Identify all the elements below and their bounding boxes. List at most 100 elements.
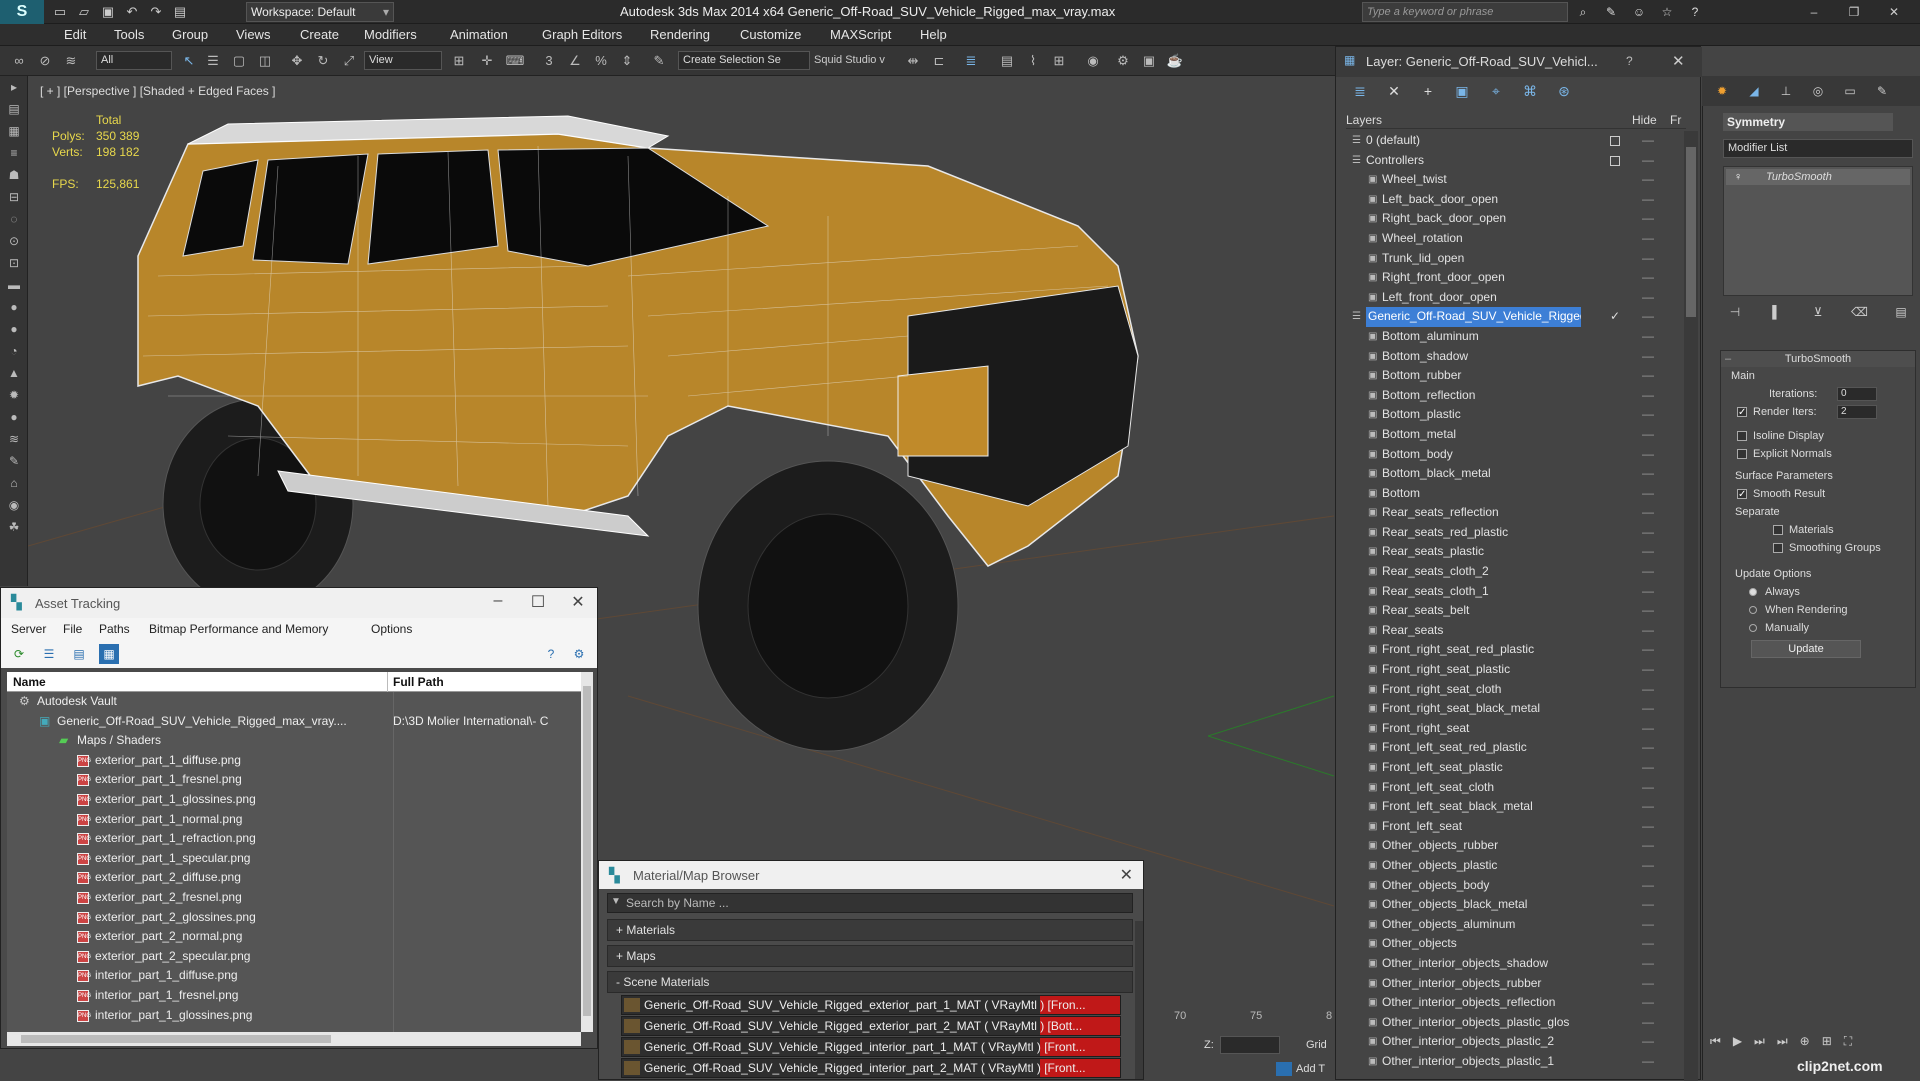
asset-row[interactable]: PNG exterior_part_2_specular.png [7, 947, 581, 967]
hide-toggle[interactable]: — [1642, 190, 1654, 210]
search-input[interactable]: Type a keyword or phrase [1362, 2, 1568, 22]
smoothing-groups-checkbox[interactable] [1773, 543, 1783, 553]
link-icon[interactable]: ∞ [8, 51, 30, 71]
menu-views[interactable]: Views [236, 27, 270, 42]
hide-toggle[interactable]: — [1642, 582, 1654, 602]
layer-row[interactable]: ▣ Front_right_seat — [1346, 719, 1682, 739]
hide-toggle[interactable]: — [1642, 366, 1654, 386]
field-of-view-icon[interactable]: ⊞ [1822, 1034, 1832, 1054]
layer-row[interactable]: ▣ Wheel_rotation — [1346, 229, 1682, 249]
select-manipulate-icon[interactable]: ✛ [476, 51, 498, 71]
when-rendering-radio[interactable] [1749, 606, 1757, 614]
search-options-icon[interactable]: ▼ [611, 896, 621, 907]
hide-toggle[interactable]: — [1642, 229, 1654, 249]
strip-icon-16[interactable]: ● [0, 406, 28, 428]
strip-icon-11[interactable]: ● [0, 296, 28, 318]
bind-space-warp-icon[interactable]: ≋ [60, 51, 82, 71]
asset-vscroll-thumb[interactable] [583, 686, 591, 1016]
hide-toggle[interactable]: — [1642, 425, 1654, 445]
menu-bitmap-performance[interactable]: Bitmap Performance and Memory [149, 622, 328, 636]
scene-material-item[interactable]: Generic_Off-Road_SUV_Vehicle_Rigged_exte… [621, 1016, 1121, 1036]
close-icon[interactable]: ✕ [1874, 0, 1914, 24]
named-selection-dropdown[interactable]: Create Selection Se [678, 51, 810, 70]
layer-row[interactable]: ▣ Front_left_seat — [1346, 817, 1682, 837]
layer-row[interactable]: ▣ Front_left_seat_plastic — [1346, 758, 1682, 778]
refresh-icon[interactable]: ⟳ [9, 644, 29, 664]
bulb-icon[interactable]: ♀ [1734, 169, 1742, 185]
layer-row[interactable]: ▣ Right_back_door_open — [1346, 209, 1682, 229]
layer-row[interactable]: ▣ Other_interior_objects_plastic_1 — [1346, 1052, 1682, 1072]
hide-toggle[interactable]: — [1642, 503, 1654, 523]
menu-edit[interactable]: Edit [64, 27, 86, 42]
layer-scroll-thumb[interactable] [1686, 147, 1696, 317]
play-icon[interactable]: ▶ [1733, 1034, 1742, 1054]
scene-material-item[interactable]: Generic_Off-Road_SUV_Vehicle_Rigged_exte… [621, 995, 1121, 1015]
minimize-icon[interactable]: – [1794, 0, 1834, 24]
configure-sets-icon[interactable]: ▤ [1889, 302, 1913, 322]
update-button[interactable]: Update [1751, 640, 1861, 658]
hide-toggle[interactable]: — [1642, 1013, 1654, 1033]
asset-row[interactable]: PNG exterior_part_1_glossines.png [7, 790, 581, 810]
render-iters-checkbox[interactable] [1737, 404, 1747, 422]
strip-icon-6[interactable]: ⊟ [0, 186, 28, 208]
add-time-tag-label[interactable]: Add T [1296, 1063, 1325, 1075]
layer-row[interactable]: ▣ Wheel_twist — [1346, 170, 1682, 190]
asset-row[interactable]: ▣ Generic_Off-Road_SUV_Vehicle_Rigged_max… [7, 712, 581, 732]
strip-icon-9[interactable]: ⊡ [0, 252, 28, 274]
keyboard-shortcut-icon[interactable]: ⌨ [504, 51, 526, 71]
menu-server[interactable]: Server [11, 622, 46, 636]
isoline-checkbox[interactable] [1737, 431, 1747, 441]
strip-icon-17[interactable]: ≋ [0, 428, 28, 450]
layer-manager-icon[interactable]: ≣ [960, 51, 982, 71]
asset-row[interactable]: PNG exterior_part_2_fresnel.png [7, 888, 581, 908]
schematic-view-icon[interactable]: ⊞ [1048, 51, 1070, 71]
hide-toggle[interactable]: — [1642, 307, 1654, 327]
asset-row[interactable]: PNG exterior_part_1_specular.png [7, 849, 581, 869]
menu-help[interactable]: Help [920, 27, 947, 42]
hide-toggle[interactable]: — [1642, 268, 1654, 288]
zoom-extents-icon[interactable]: ⊕ [1800, 1034, 1810, 1054]
user-icon[interactable]: ☺ [1628, 2, 1650, 22]
hide-toggle[interactable]: — [1642, 699, 1654, 719]
layer-row[interactable]: ▣ Other_objects_rubber — [1346, 836, 1682, 856]
maximize-icon[interactable]: ☐ [529, 592, 547, 612]
asset-row[interactable]: PNG interior_part_1_fresnel.png [7, 986, 581, 1006]
menu-maxscript[interactable]: MAXScript [830, 27, 891, 42]
strip-icon-20[interactable]: ◉ [0, 494, 28, 516]
display-tab-icon[interactable]: ▭ [1836, 80, 1864, 102]
layer-row[interactable]: ☰ Controllers — [1346, 151, 1682, 171]
layer-row[interactable]: ▣ Rear_seats — [1346, 621, 1682, 641]
layer-row[interactable]: ▣ Bottom — [1346, 484, 1682, 504]
layer-row[interactable]: ▣ Rear_seats_reflection — [1346, 503, 1682, 523]
strip-icon-21[interactable]: ☘ [0, 516, 28, 538]
asset-vscrollbar[interactable] [581, 672, 593, 1032]
layer-row[interactable]: ▣ Rear_seats_plastic — [1346, 542, 1682, 562]
hide-toggle[interactable]: — [1642, 464, 1654, 484]
menu-group[interactable]: Group [172, 27, 208, 42]
menu-options[interactable]: Options [371, 622, 412, 636]
select-object-icon[interactable]: ↖ [178, 51, 200, 71]
layer-row[interactable]: ▣ Other_interior_objects_shadow — [1346, 954, 1682, 974]
menu-graph-editors[interactable]: Graph Editors [542, 27, 622, 42]
col-hide[interactable]: Hide [1632, 113, 1657, 127]
align-icon[interactable]: ⊏ [928, 51, 950, 71]
hide-toggle[interactable]: — [1642, 993, 1654, 1013]
current-layer-box[interactable] [1610, 155, 1620, 166]
minimize-icon[interactable]: – [489, 592, 507, 612]
hide-toggle[interactable]: — [1642, 1052, 1654, 1072]
motion-tab-icon[interactable]: ◎ [1804, 80, 1832, 102]
layer-row[interactable]: ▣ Bottom_black_metal — [1346, 464, 1682, 484]
hide-toggle[interactable]: — [1642, 778, 1654, 798]
material-editor-icon[interactable]: ◉ [1082, 51, 1104, 71]
hide-toggle[interactable]: — [1642, 542, 1654, 562]
asset-row[interactable]: PNG exterior_part_2_diffuse.png [7, 868, 581, 888]
hide-toggle[interactable]: — [1642, 719, 1654, 739]
layer-row[interactable]: ▣ Trunk_lid_open — [1346, 249, 1682, 269]
layer-help-icon[interactable]: ? [1626, 54, 1633, 68]
hide-toggle[interactable]: — [1642, 151, 1654, 171]
asset-tracking-titlebar[interactable]: ▚ Asset Tracking – ☐ ✕ [1, 588, 597, 618]
hide-toggle[interactable]: — [1642, 386, 1654, 406]
iterations-spinner[interactable]: 0 [1837, 387, 1877, 401]
material-browser-scrollbar[interactable] [1135, 921, 1143, 1079]
hide-toggle[interactable]: — [1642, 484, 1654, 504]
